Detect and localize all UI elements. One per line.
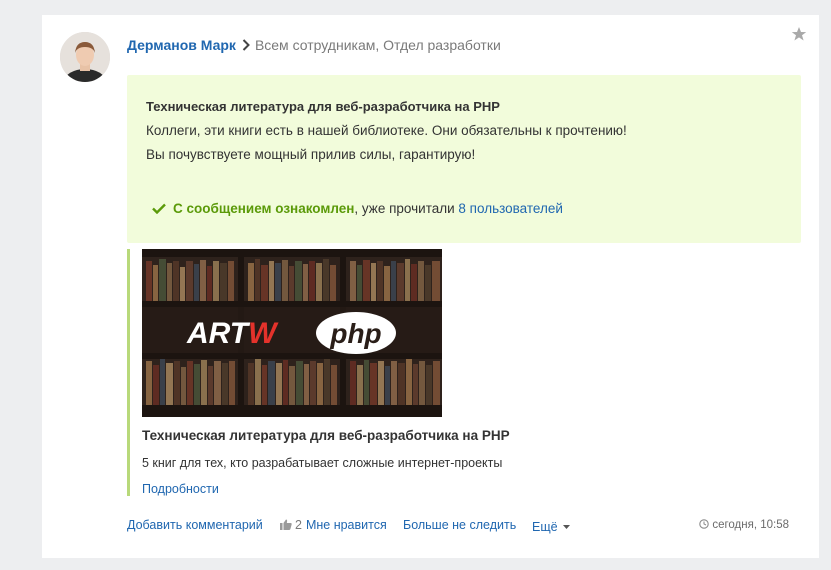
check-icon [152, 202, 166, 217]
post-timestamp: сегодня, 10:58 [699, 519, 789, 532]
link-attachment: ARTW php Техническая литература для веб-… [127, 249, 530, 496]
caret-down-icon [562, 518, 570, 532]
attachment-description: 5 книг для тех, кто разрабатывает сложны… [142, 456, 503, 470]
acknowledgement: С сообщением ознакомлен, уже прочитали 8… [152, 201, 563, 217]
logo-artw: ARTW [186, 317, 279, 350]
logo-php: php [329, 318, 381, 349]
recipients: Всем сотрудникам, Отдел разработки [254, 37, 501, 53]
acknowledged-text: , уже прочитали [354, 201, 459, 216]
like-label: Мне нравится [305, 518, 387, 532]
like-icon [280, 519, 292, 533]
post-header: Дерманов Марк Всем сотрудникам, Отдел раз… [127, 37, 501, 54]
author-link[interactable]: Дерманов Марк [127, 37, 236, 53]
clock-icon [699, 519, 710, 532]
details-link[interactable]: Подробности [142, 482, 219, 496]
more-label: Ещё [532, 520, 558, 534]
star-icon[interactable] [791, 26, 807, 42]
add-comment-link[interactable]: Добавить комментарий [127, 518, 263, 532]
notice-text-line-2: Вы почувствуете мощный прилив силы, гара… [146, 147, 476, 162]
like-count: 2 [295, 518, 302, 532]
timestamp-text: сегодня, 10:58 [712, 519, 789, 531]
chevron-right-icon [242, 38, 250, 54]
acknowledged-label: С сообщением ознакомлен [173, 201, 355, 216]
readers-link[interactable]: 8 пользователей [458, 201, 563, 216]
like-button[interactable]: 2 Мне нравится [280, 518, 387, 533]
unfollow-link[interactable]: Больше не следить [403, 518, 516, 532]
notice-text-line-1: Коллеги, эти книги есть в нашей библиоте… [146, 123, 627, 138]
notice-title: Техническая литература для веб-разработч… [146, 99, 500, 114]
message-notice: Техническая литература для веб-разработч… [127, 75, 801, 243]
more-menu-button[interactable]: Ещё [532, 518, 570, 534]
avatar[interactable] [60, 32, 110, 82]
attachment-title[interactable]: Техническая литература для веб-разработч… [142, 428, 510, 443]
post-card: Дерманов Марк Всем сотрудникам, Отдел раз… [42, 15, 819, 558]
attachment-preview-image[interactable]: ARTW php [142, 249, 442, 417]
